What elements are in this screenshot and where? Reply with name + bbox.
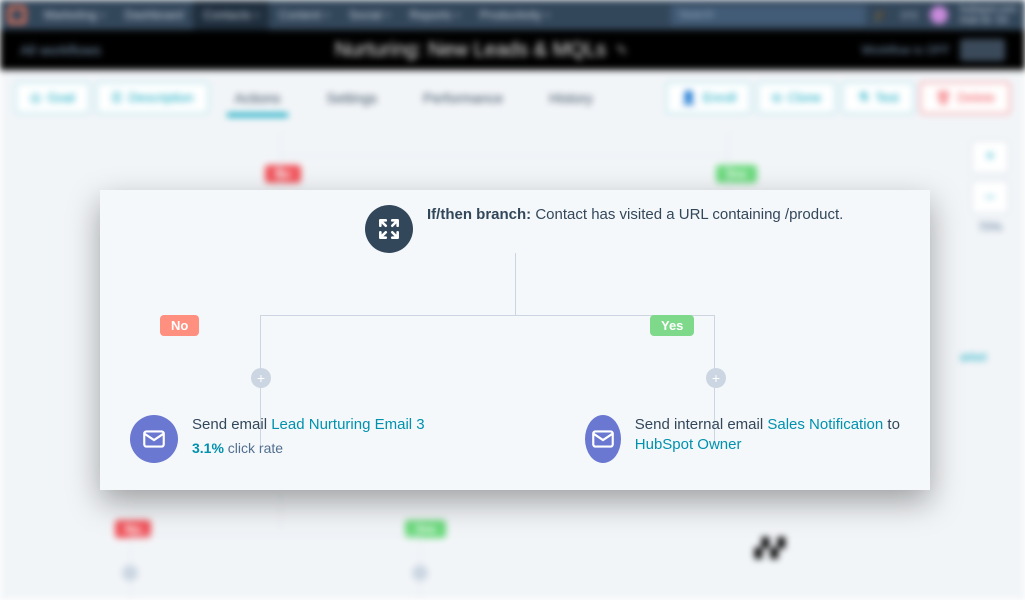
top-nav: Marketing▾ Dashboard Contacts▾ Content▾ …: [0, 0, 1025, 30]
tab-performance[interactable]: Performance: [403, 70, 523, 125]
description-button[interactable]: ☰ Description: [96, 82, 209, 114]
no-action-rate: 3.1%: [192, 440, 224, 456]
avatar[interactable]: [930, 6, 948, 24]
add-step-icon[interactable]: [412, 565, 428, 581]
description-label: Description: [128, 90, 193, 105]
nav-label: Reports: [410, 8, 452, 22]
zoom-out-button[interactable]: –: [971, 180, 1009, 214]
drag-handle-icon[interactable]: ▞▞: [755, 538, 787, 559]
target-icon: ◎: [30, 90, 41, 106]
breadcrumb[interactable]: All workflows: [20, 42, 101, 58]
add-step-no-button[interactable]: +: [251, 368, 271, 388]
no-action-link[interactable]: Lead Nurturing Email 3: [271, 416, 424, 433]
yes-branch-action[interactable]: Send internal email Sales Notification t…: [585, 415, 915, 463]
nav-label: Content: [279, 8, 321, 22]
goal-button[interactable]: ◎ Goal: [15, 82, 90, 114]
yes-action-prefix: Send internal email: [635, 416, 768, 433]
broadcast-icon[interactable]: ((•)): [901, 10, 918, 21]
add-step-icon[interactable]: [122, 565, 138, 581]
account-domain: hubspot.com: [960, 4, 1017, 15]
tab-label: Performance: [423, 90, 503, 106]
bg-yes-pill: Yes: [716, 165, 757, 183]
chevron-down-icon: ▾: [456, 11, 460, 20]
yes-action-link-1[interactable]: Sales Notification: [767, 416, 883, 433]
branch-label: If/then branch:: [427, 206, 531, 223]
zoom-level: 70%: [978, 220, 1002, 234]
email-icon: [585, 415, 621, 463]
tab-actions[interactable]: Actions: [215, 70, 301, 125]
toolbar: ◎ Goal ☰ Description Actions Settings Perf…: [0, 70, 1025, 125]
workflow-header: All workflows Nurturing: New Leads & MQL…: [0, 30, 1025, 70]
tab-label: Actions: [235, 90, 281, 106]
tab-label: Settings: [326, 90, 377, 106]
hubspot-logo-icon: [8, 6, 26, 24]
clone-icon: ⧉: [772, 90, 781, 106]
no-action-rate-suffix: click rate: [224, 440, 283, 456]
search-input[interactable]: Search: [671, 5, 866, 25]
nav-label: Dashboard: [125, 8, 184, 22]
delete-button[interactable]: 🗑 Delete: [920, 82, 1010, 114]
trash-icon: 🗑: [935, 90, 952, 106]
branch-icon: [365, 205, 413, 253]
person-icon: 👤: [681, 90, 697, 106]
zoom-controls: + – 70%: [970, 140, 1010, 234]
chevron-down-icon: ▾: [386, 11, 390, 20]
account-hub: Hub ID: 53: [960, 15, 1017, 26]
workflow-branch-card: If/then branch: Contact has visited a UR…: [100, 190, 930, 490]
doc-icon: ☰: [111, 90, 123, 106]
search-placeholder: Search: [679, 9, 714, 21]
no-branch-action[interactable]: Send email Lead Nurturing Email 3 3.1% c…: [130, 415, 490, 463]
enroll-label: Enroll: [703, 90, 736, 105]
enroll-button[interactable]: 👤 Enroll: [666, 82, 751, 114]
nav-label: Marketing: [44, 8, 97, 22]
test-button[interactable]: ⚗ Test: [842, 82, 914, 114]
no-label-pill: No: [160, 315, 199, 336]
side-marker: arket: [960, 350, 987, 364]
no-action-prefix: Send email: [192, 416, 271, 433]
branch-path: /product: [785, 206, 839, 223]
nav-dashboard[interactable]: Dashboard: [115, 0, 194, 30]
nav-label: Contacts: [203, 8, 250, 22]
tab-label: History: [549, 90, 593, 106]
nav-content[interactable]: Content ▾: [269, 0, 339, 30]
clone-label: Clone: [787, 90, 821, 105]
workflow-status: Workflow is OFF: [862, 43, 950, 57]
chevron-down-icon: ▾: [546, 11, 550, 20]
yes-action-mid: to: [883, 416, 900, 433]
nav-marketing[interactable]: Marketing ▾: [34, 0, 115, 30]
bg-no-pill: No: [265, 165, 301, 183]
branch-text-b: .: [839, 206, 843, 223]
academy-icon[interactable]: 🎓: [874, 8, 889, 22]
nav-reports[interactable]: Reports ▾: [400, 0, 470, 30]
clone-button[interactable]: ⧉ Clone: [757, 82, 836, 114]
nav-social[interactable]: Social ▾: [339, 0, 400, 30]
chevron-down-icon: ▾: [325, 11, 329, 20]
workflow-toggle[interactable]: [960, 39, 1005, 61]
flask-icon: ⚗: [857, 90, 869, 106]
nav-label: Productivity: [480, 8, 542, 22]
edit-icon[interactable]: ✎: [616, 42, 628, 59]
nav-contacts[interactable]: Contacts ▾: [193, 0, 268, 30]
if-then-branch-node[interactable]: If/then branch: Contact has visited a UR…: [365, 205, 845, 253]
account-info[interactable]: hubspot.com Hub ID: 53: [960, 4, 1017, 26]
email-icon: [130, 415, 178, 463]
nav-productivity[interactable]: Productivity ▾: [470, 0, 560, 30]
chevron-down-icon: ▾: [255, 11, 259, 20]
workflow-title: Nurturing: New Leads & MQLs: [335, 39, 606, 62]
nav-label: Social: [349, 8, 382, 22]
zoom-in-button[interactable]: +: [971, 140, 1009, 174]
yes-action-link-2[interactable]: HubSpot Owner: [635, 436, 742, 453]
branch-text-a: Contact has visited a URL containing: [531, 206, 785, 223]
chevron-down-icon: ▾: [101, 11, 105, 20]
goal-label: Goal: [47, 90, 74, 105]
add-step-yes-button[interactable]: +: [706, 368, 726, 388]
branch-text: If/then branch: Contact has visited a UR…: [427, 205, 843, 225]
yes-label-pill: Yes: [650, 315, 694, 336]
delete-label: Delete: [957, 90, 995, 105]
tab-settings[interactable]: Settings: [306, 70, 397, 125]
test-label: Test: [875, 90, 899, 105]
tab-history[interactable]: History: [529, 70, 613, 125]
